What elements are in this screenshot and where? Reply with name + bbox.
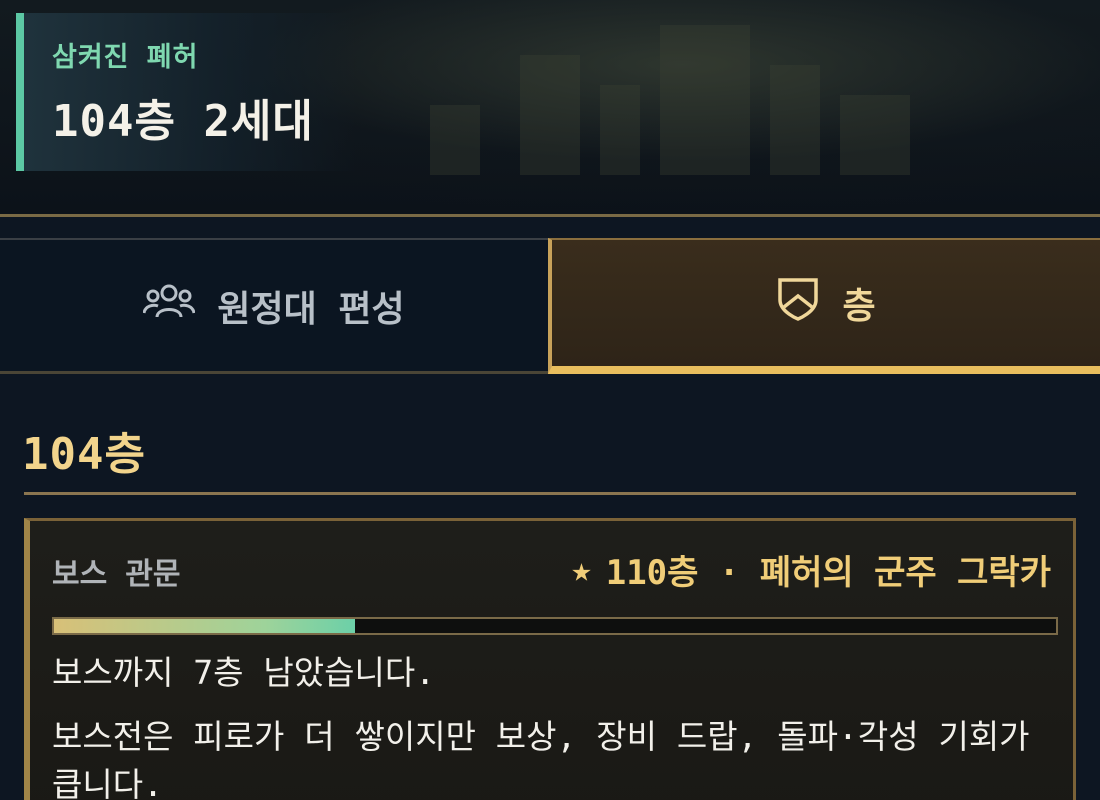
section-divider [24, 492, 1076, 495]
people-icon [142, 281, 196, 330]
location-card: 삼켜진 폐허 104층 2세대 [16, 13, 356, 171]
boss-description-text: 보스전은 피로가 더 쌓이지만 보상, 장비 드랍, 돌파·각성 기회가 큽니다… [52, 717, 1030, 800]
boss-info-text: 110층 · 폐허의 군주 그락카 [605, 553, 1051, 593]
tab-floor[interactable]: 층 [548, 238, 1100, 374]
tab-floor-label: 층 [842, 286, 876, 327]
boss-gate-label: 보스 관문 [52, 557, 181, 592]
location-floor: 104층 2세대 [52, 96, 314, 147]
shield-icon [776, 276, 820, 331]
boss-progress-bar [52, 617, 1058, 635]
tab-party-formation-label: 원정대 편성 [217, 288, 405, 330]
star-icon: ★ [571, 549, 592, 590]
boss-remaining-text: 보스까지 7층 남았습니다. [52, 653, 436, 692]
location-name: 삼켜진 폐허 [52, 42, 199, 73]
tab-party-formation[interactable]: 원정대 편성 [0, 238, 548, 374]
floor-heading: 104층 [22, 429, 146, 480]
boss-gate-card: 보스 관문 ★ 110층 · 폐허의 군주 그락카 보스까지 7층 남았습니다.… [24, 518, 1076, 800]
header-banner: 삼켜진 폐허 104층 2세대 [0, 0, 1100, 215]
boss-progress-fill [54, 619, 355, 633]
header-divider [0, 214, 1100, 217]
tab-bar: 원정대 편성 층 [0, 238, 1100, 374]
boss-info: ★ 110층 · 폐허의 군주 그락카 [571, 545, 1051, 594]
